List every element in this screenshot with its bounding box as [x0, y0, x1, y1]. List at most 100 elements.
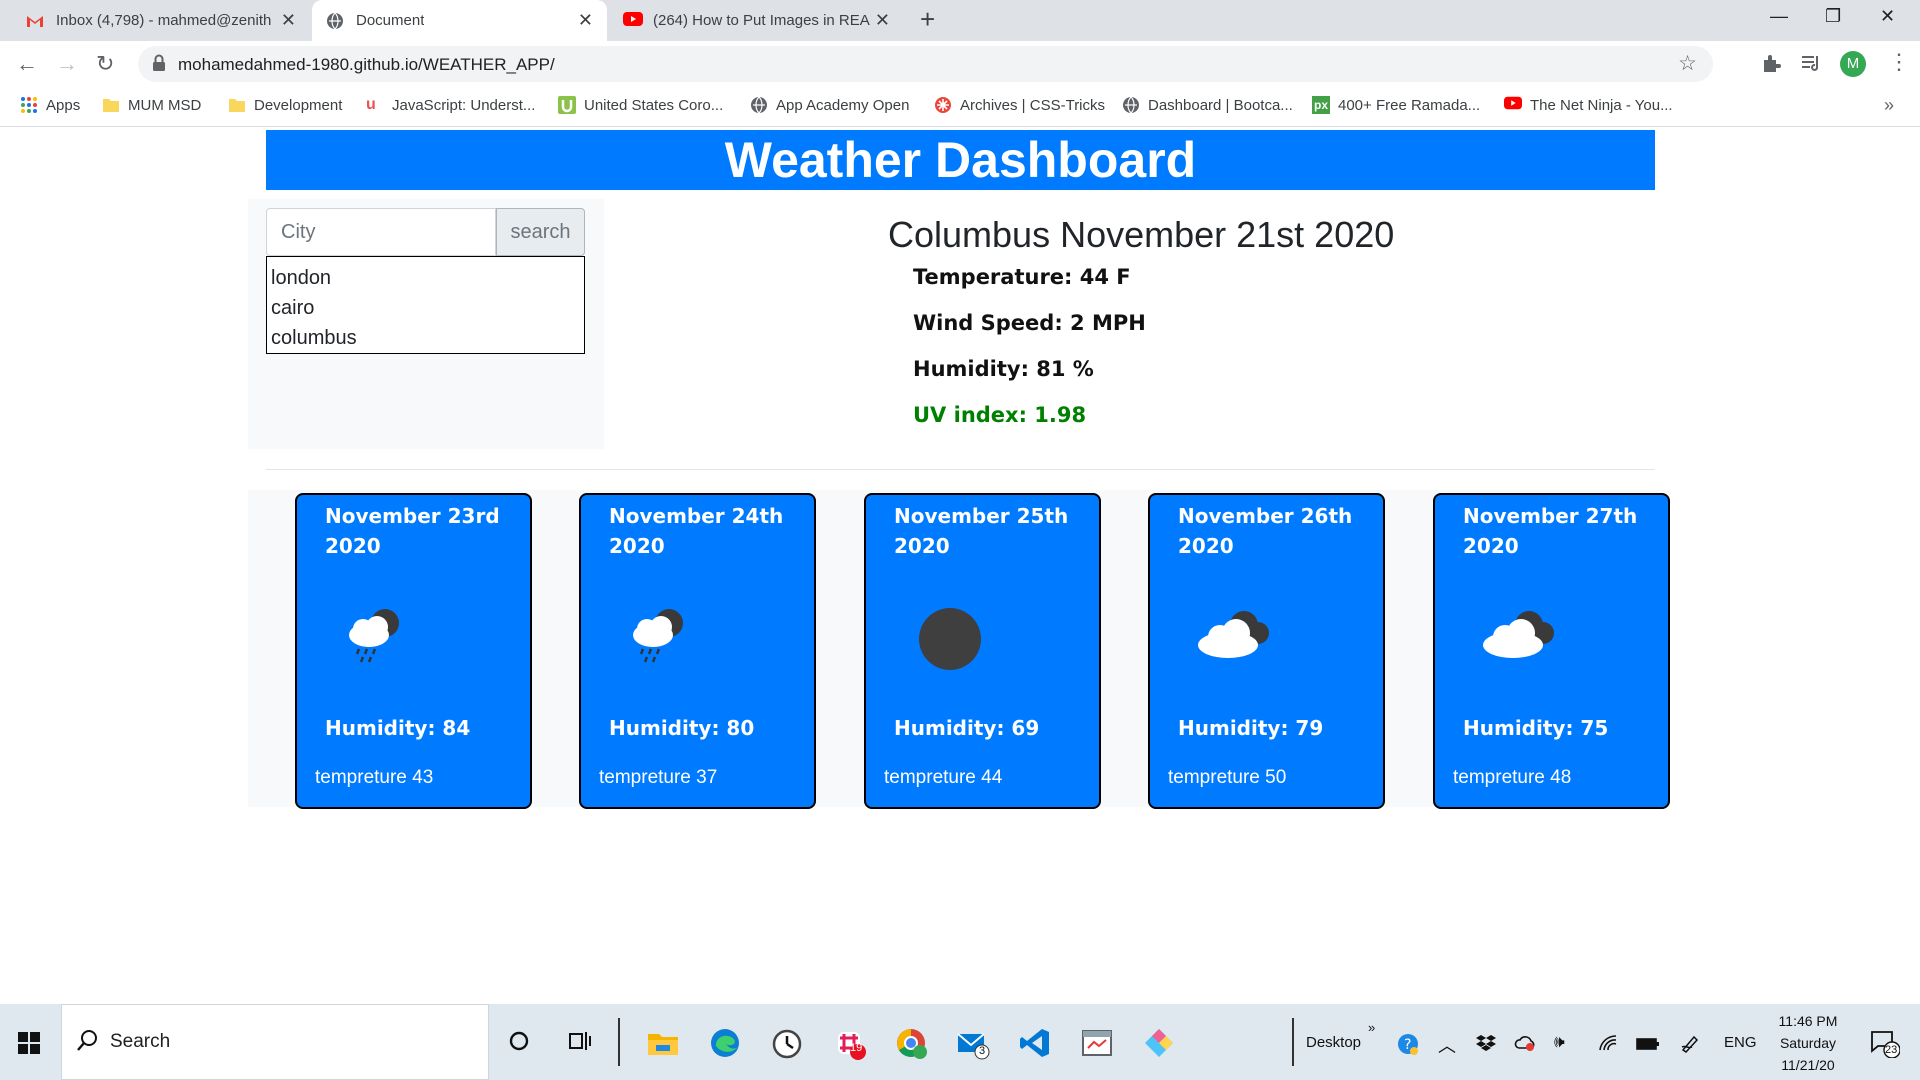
tab-title: (264) How to Put Images in READ — [653, 12, 871, 29]
forward-icon[interactable]: → — [56, 51, 78, 77]
chrome-icon[interactable] — [894, 1026, 928, 1060]
clock-time: 11:46 PM — [1778, 1013, 1838, 1029]
taskbar-search-box[interactable]: Search — [61, 1004, 489, 1080]
tab-youtube[interactable]: (264) How to Put Images in READ ✕ — [609, 0, 904, 41]
bookmark-css-tricks[interactable]: Archives | CSS-Tricks — [934, 96, 1105, 114]
edge-icon[interactable] — [708, 1026, 742, 1060]
media-control-icon[interactable] — [1800, 52, 1822, 79]
forecast-date: November 26th 2020 — [1178, 504, 1353, 558]
bookmark-javascript[interactable]: u JavaScript: Underst... — [366, 96, 535, 114]
page-content: Weather Dashboard City search london cai… — [0, 128, 1920, 1004]
forecast-temperature: tempreture 37 — [599, 767, 718, 788]
rain-cloud-icon — [341, 603, 421, 673]
clock[interactable]: 11:46 PM Saturday 11/21/20 — [1772, 1010, 1844, 1076]
lock-icon — [152, 54, 166, 77]
bookmark-dashboard[interactable]: Dashboard | Bootca... — [1122, 96, 1293, 114]
search-button[interactable]: search — [496, 208, 585, 256]
bookmark-label: Archives | CSS-Tricks — [960, 96, 1106, 114]
git-app-icon[interactable] — [1142, 1026, 1176, 1060]
bookmark-united-states[interactable]: United States Coro... — [558, 96, 723, 114]
help-icon[interactable]: ? — [1396, 1032, 1420, 1061]
current-weather-heading: Columbus November 21st 2020 — [888, 214, 1395, 255]
globe-icon — [1122, 96, 1140, 114]
forecast-temperature: tempreture 48 — [1453, 767, 1572, 788]
cloudy-icon — [1194, 603, 1274, 673]
menu-icon[interactable]: ⋮ — [1888, 49, 1910, 75]
back-icon[interactable]: ← — [16, 51, 38, 77]
windows-start-icon[interactable] — [18, 1032, 40, 1059]
apps-grid-icon — [20, 96, 38, 114]
close-icon[interactable]: ✕ — [578, 10, 593, 31]
rain-cloud-icon — [625, 603, 705, 673]
taskbar-separator — [618, 1018, 620, 1066]
url-text: mohamedahmed-1980.github.io/WEATHER_APP/ — [178, 55, 555, 74]
task-view-icon[interactable] — [568, 1030, 592, 1057]
history-item[interactable]: columbus — [267, 323, 584, 353]
language-indicator[interactable]: ENG — [1724, 1034, 1757, 1051]
forecast-date: November 25th 2020 — [894, 504, 1069, 558]
bookmark-label: MUM MSD — [128, 96, 202, 114]
extensions-icon[interactable] — [1760, 52, 1782, 79]
close-window-icon[interactable]: ✕ — [1880, 6, 1895, 27]
new-tab-button[interactable]: + — [920, 4, 935, 35]
tab-gmail[interactable]: Inbox (4,798) - mahmed@zenith ✕ — [10, 0, 310, 41]
dark-circle-icon — [910, 603, 990, 673]
desktop-toolbar-label[interactable]: Desktop — [1306, 1034, 1361, 1051]
clock-app-icon[interactable] — [770, 1026, 804, 1060]
bookmarks-overflow-button[interactable]: » — [1884, 95, 1894, 116]
bookmark-star-icon[interactable]: ☆ — [1678, 51, 1697, 76]
onedrive-icon[interactable] — [1514, 1034, 1536, 1057]
forecast-humidity: Humidity: 84 — [325, 716, 471, 740]
notifications-icon[interactable]: 23 — [1870, 1030, 1901, 1063]
bookmark-app-academy[interactable]: App Academy Open — [750, 96, 909, 114]
pen-icon[interactable] — [1680, 1033, 1702, 1058]
forecast-humidity: Humidity: 79 — [1178, 716, 1324, 740]
page-title: Weather Dashboard — [266, 130, 1655, 190]
forecast-date: November 27th 2020 — [1463, 504, 1638, 558]
search-icon — [76, 1029, 98, 1058]
udemy-icon: u — [366, 96, 376, 113]
forecast-temperature: tempreture 44 — [884, 767, 1003, 788]
cortana-icon[interactable] — [508, 1030, 530, 1057]
dropbox-icon[interactable] — [1476, 1034, 1496, 1057]
bookmark-apps[interactable]: Apps — [20, 96, 80, 114]
history-item[interactable]: london — [267, 263, 584, 293]
profile-avatar[interactable]: M — [1840, 51, 1866, 77]
close-icon[interactable]: ✕ — [281, 10, 296, 31]
bookmark-mum-msd[interactable]: MUM MSD — [102, 96, 201, 114]
bookmark-label: Apps — [46, 96, 81, 114]
bookmark-label: United States Coro... — [584, 96, 724, 114]
close-icon[interactable]: ✕ — [875, 10, 890, 31]
bookmark-label: 400+ Free Ramada... — [1338, 96, 1481, 114]
window-app-icon[interactable] — [1080, 1026, 1114, 1060]
forecast-card: November 25th 2020 Humidity: 69 tempretu… — [864, 493, 1101, 809]
file-explorer-icon[interactable] — [646, 1026, 680, 1060]
taskbar-separator — [1292, 1018, 1294, 1066]
bookmark-ramada[interactable]: px 400+ Free Ramada... — [1312, 96, 1480, 114]
bookmark-label: The Net Ninja - You... — [1530, 96, 1673, 114]
mail-icon[interactable]: 3 — [956, 1026, 990, 1060]
restore-icon[interactable]: ❐ — [1825, 6, 1841, 27]
vscode-icon[interactable] — [1018, 1026, 1052, 1060]
forecast-humidity: Humidity: 69 — [894, 716, 1040, 740]
slack-icon[interactable]: 19 — [832, 1026, 866, 1060]
forecast-humidity: Humidity: 75 — [1463, 716, 1609, 740]
forecast-date: November 24th 2020 — [609, 504, 784, 558]
wifi-icon[interactable] — [1598, 1034, 1618, 1057]
forecast-card: November 27th 2020 Humidity: 75 tempretu… — [1433, 493, 1670, 809]
volume-icon[interactable]: 🕪 — [1554, 1032, 1565, 1052]
chevron-up-icon[interactable]: ︿ — [1438, 1032, 1456, 1058]
youtube-icon — [1504, 96, 1522, 114]
bookmark-development[interactable]: Development — [228, 96, 342, 114]
battery-icon[interactable] — [1636, 1037, 1660, 1056]
minimize-icon[interactable]: — — [1770, 6, 1788, 27]
history-item[interactable]: cairo — [267, 293, 584, 323]
city-search-input[interactable]: City — [266, 208, 496, 256]
tab-document[interactable]: Document ✕ — [312, 0, 607, 41]
windows-taskbar: Search 19 3 » Desktop ? ︿ 🕪 ENG 11:46 PM… — [0, 1004, 1920, 1080]
taskbar-overflow-chevron[interactable]: » — [1368, 1020, 1375, 1035]
bookmark-net-ninja[interactable]: The Net Ninja - You... — [1504, 96, 1673, 114]
reload-icon[interactable]: ↻ — [96, 51, 114, 77]
youtube-icon — [623, 11, 643, 30]
address-bar[interactable]: mohamedahmed-1980.github.io/WEATHER_APP/… — [138, 46, 1713, 82]
